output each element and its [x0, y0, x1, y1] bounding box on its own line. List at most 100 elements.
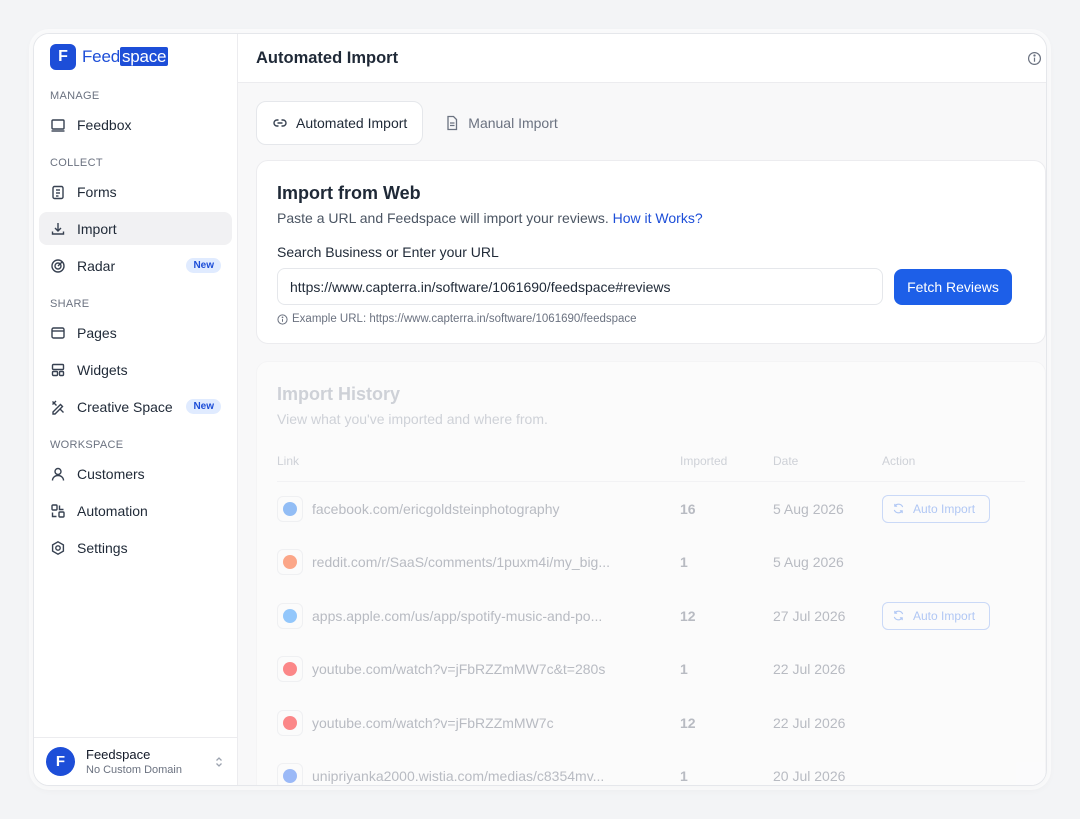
column-header-imported: Imported [680, 454, 728, 468]
source-link[interactable]: unipriyanka2000.wistia.com/medias/c8354m… [312, 768, 604, 784]
youtube-icon [277, 709, 303, 736]
sidebar-item-automation[interactable]: Automation [39, 494, 232, 527]
tab-manual-import[interactable]: Manual Import [429, 101, 572, 145]
sidebar-item-settings[interactable]: Settings [39, 531, 232, 564]
sidebar-item-widgets[interactable]: Widgets [39, 353, 232, 386]
imported-count: 16 [680, 500, 696, 517]
sidebar-item-label: Pages [77, 324, 117, 341]
main-panel: Automated Import Automated Import Manual… [238, 34, 1046, 785]
workspace-domain: No Custom Domain [86, 763, 182, 776]
clipboard-icon [52, 185, 64, 199]
radar-icon [51, 258, 65, 273]
table-row[interactable]: facebook.com/ericgoldsteinphotography 16 5… [277, 482, 1025, 536]
fetch-reviews-button[interactable]: Fetch Reviews [894, 268, 1012, 305]
column-header-link: Link [277, 454, 300, 468]
reddit-icon [277, 549, 303, 576]
imported-count: 12 [680, 714, 696, 731]
sidebar-item-label: Customers [77, 465, 145, 482]
column-header-date: Date [773, 454, 799, 468]
youtube-icon [277, 656, 303, 683]
app-window: F Feed space MANAGE Feedbox COLLECT Forms… [33, 33, 1047, 786]
section-manage: MANAGE [50, 90, 100, 102]
imported-count: 1 [680, 554, 688, 571]
card-title: Import from Web [277, 183, 421, 203]
imported-count: 1 [680, 661, 688, 678]
url-input[interactable] [277, 268, 883, 305]
imported-count: 12 [680, 607, 696, 624]
import-date: 22 Jul 2026 [773, 714, 846, 731]
tab-label: Automated Import [296, 115, 408, 131]
sidebar-item-pages[interactable]: Pages [39, 316, 232, 349]
table-row[interactable]: youtube.com/watch?v=jFbRZZmMW7c 12 22 Jul … [277, 696, 1025, 750]
app-store-icon [277, 602, 303, 629]
workspace-name: Feedspace [86, 746, 151, 762]
source-link[interactable]: apps.apple.com/us/app/spotify-music-and-… [312, 608, 602, 624]
sidebar-item-forms[interactable]: Forms [39, 175, 232, 208]
table-row[interactable]: apps.apple.com/us/app/spotify-music-and-… [277, 589, 1025, 643]
info-icon [277, 313, 288, 325]
example-url-hint: Example URL: https://www.capterra.in/sof… [277, 313, 1025, 325]
gear-icon [51, 540, 65, 555]
info-icon[interactable] [1027, 51, 1042, 66]
sidebar-item-label: Forms [77, 183, 117, 200]
how-it-works-link[interactable]: How it Works? [613, 210, 703, 226]
auto-import-button[interactable]: Auto Import [882, 601, 990, 630]
link-cell: youtube.com/watch?v=jFbRZZmMW7c&t=280s [277, 656, 680, 683]
sidebar-item-radar[interactable]: Radar New [39, 249, 232, 282]
download-icon [51, 222, 65, 235]
sidebar-item-customers[interactable]: Customers [39, 457, 232, 490]
inbox-icon [51, 118, 65, 132]
auto-import-button[interactable]: Auto Import [882, 494, 990, 523]
facebook-icon [277, 495, 303, 522]
brand-name: Feed space [82, 47, 169, 66]
sidebar-item-creative-space[interactable]: Creative Space New [39, 390, 232, 423]
sidebar-item-label: Widgets [77, 361, 128, 378]
sidebar-item-label: Feedbox [77, 116, 132, 133]
table-row[interactable]: unipriyanka2000.wistia.com/medias/c8354m… [277, 750, 1025, 785]
history-title: Import History [277, 384, 401, 404]
chevron-updown-icon [216, 756, 222, 767]
header: Automated Import [238, 34, 1046, 83]
avatar: F [46, 747, 75, 776]
table-row[interactable]: reddit.com/r/SaaS/comments/1puxm4i/my_bi… [277, 536, 1025, 590]
sidebar-item-label: Settings [77, 539, 128, 556]
pencil-ruler-icon [52, 400, 64, 415]
new-badge: New [186, 399, 221, 414]
brand-logo[interactable]: F Feed space [34, 34, 237, 80]
sidebar-item-import[interactable]: Import [39, 212, 232, 245]
link-cell: facebook.com/ericgoldsteinphotography [277, 495, 680, 522]
tab-label: Manual Import [468, 115, 558, 131]
widget-icon [51, 363, 65, 376]
import-date: 5 Aug 2026 [773, 554, 844, 571]
logo-mark-icon: F [50, 44, 76, 70]
automation-icon [51, 503, 65, 518]
link-cell: apps.apple.com/us/app/spotify-music-and-… [277, 602, 680, 629]
sidebar-item-label: Radar [77, 257, 116, 274]
url-row: Fetch Reviews [277, 268, 1025, 305]
link-cell: youtube.com/watch?v=jFbRZZmMW7c [277, 709, 680, 736]
import-history-card: Import History View what you've imported… [256, 361, 1046, 785]
source-link[interactable]: reddit.com/r/SaaS/comments/1puxm4i/my_bi… [312, 554, 610, 570]
import-date: 20 Jul 2026 [773, 768, 846, 785]
section-workspace: WORKSPACE [50, 439, 124, 451]
workspace-switcher[interactable]: F Feedspace No Custom Domain [34, 737, 237, 785]
sidebar-item-label: Automation [77, 502, 148, 519]
sidebar-item-feedbox[interactable]: Feedbox [39, 108, 232, 141]
card-description: Paste a URL and Feedspace will import yo… [277, 210, 703, 226]
source-link[interactable]: facebook.com/ericgoldsteinphotography [312, 501, 560, 517]
browser-icon [51, 326, 65, 339]
table-row[interactable]: youtube.com/watch?v=jFbRZZmMW7c&t=280s 1 2… [277, 643, 1025, 697]
action-cell: Auto Import [882, 494, 1025, 523]
content: Automated Import Manual Import Import fr… [238, 83, 1046, 785]
source-link[interactable]: youtube.com/watch?v=jFbRZZmMW7c&t=280s [312, 661, 605, 677]
tab-automated-import[interactable]: Automated Import [256, 101, 424, 145]
action-cell: Auto Import [882, 601, 1025, 630]
source-link[interactable]: youtube.com/watch?v=jFbRZZmMW7c [312, 715, 554, 731]
imported-count: 1 [680, 768, 688, 785]
link-cell: unipriyanka2000.wistia.com/medias/c8354m… [277, 763, 680, 785]
link-cell: reddit.com/r/SaaS/comments/1puxm4i/my_bi… [277, 549, 680, 576]
section-collect: COLLECT [50, 157, 103, 169]
column-header-action: Action [882, 454, 916, 468]
sidebar: F Feed space MANAGE Feedbox COLLECT Forms… [34, 34, 238, 785]
import-from-web-card: Import from Web Paste a URL and Feedspac… [256, 160, 1046, 344]
